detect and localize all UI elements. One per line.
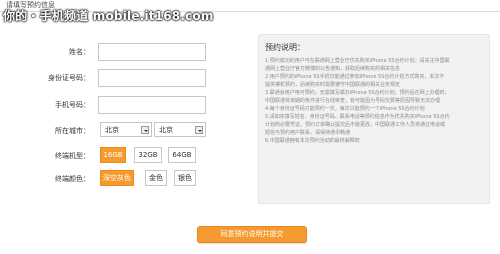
city-value: 北京: [159, 126, 173, 134]
model-row: 终端机型： 16GB 32GB 64GB: [0, 147, 230, 165]
list-item: 中国联通将该期的条件进行在线审查，有可能因为号码交费等原因导致无法办理: [265, 98, 441, 104]
list-item: 6.中国联通拥有本次预约活动的最终解释权: [265, 138, 360, 144]
instructions-panel: 预约说明： 1.预约成功的用户可在联通网上营业厅优先购买iPhone 5S合约计…: [258, 34, 490, 204]
list-item: 通网上营业厅官方微博的公告通知，获取后续购买的相关信息: [265, 66, 401, 72]
color-option-space-gray[interactable]: 深空灰色: [100, 170, 134, 186]
city-select[interactable]: 北京: [154, 122, 206, 137]
list-item: 1.预约成功的用户可在联通网上营业厅优先购买iPhone 5S合约计划，请关注中…: [265, 58, 450, 64]
instructions-title: 预约说明：: [265, 43, 305, 52]
chevron-down-icon: [141, 126, 149, 134]
phone-label: 手机号码：: [55, 101, 90, 109]
id-label: 身份证号码：: [48, 74, 90, 82]
list-item: 提供裸机预约，后续购买时需要遵守中国联通的相关业务规定: [265, 82, 401, 88]
province-value: 北京: [105, 126, 119, 134]
model-option-32gb[interactable]: 32GB: [134, 147, 162, 163]
color-row: 终端颜色： 深空灰色 金色 银色: [0, 170, 230, 188]
color-option-gold[interactable]: 金色: [145, 170, 167, 186]
phone-input[interactable]: [98, 96, 206, 114]
province-select[interactable]: 北京: [100, 122, 152, 137]
name-label: 姓名：: [69, 48, 90, 56]
color-label: 终端颜色：: [55, 175, 90, 183]
reservation-page: 请填写预约信息 你的・手机频道 mobile.it168.com 姓名： 身份证…: [0, 0, 500, 254]
id-number-input[interactable]: [98, 69, 206, 87]
list-item: 5.请如实填写姓名、身份证号码、联系电话等预约信息作为优先购买iPhone 5S…: [265, 114, 450, 120]
list-item: 4.每个身份证号码只能预约一次，每次只能预约一个iPhone 5S合约计划: [265, 106, 425, 112]
agree-submit-button[interactable]: 同意预约说明并提交: [197, 226, 307, 243]
list-item: 2.用户预约的iPhone 5S手机仅能通过参加iPhone 5S合约计划方式购…: [265, 74, 445, 80]
list-item: 计划的必要凭证。预约订单确认提交后不能更改，中国联通工作人员将通过电话或: [265, 122, 446, 128]
site-watermark: 你的・手机频道 mobile.it168.com: [3, 9, 214, 23]
instructions-list: 1.预约成功的用户可在联通网上营业厅优先购买iPhone 5S合约计划，请关注中…: [265, 57, 487, 145]
city-row: 所在城市： 北京 北京: [0, 122, 220, 140]
city-label: 所在城市：: [55, 127, 90, 135]
list-item: 短信与预约用户联系，请保持通讯畅通: [265, 130, 351, 136]
model-label: 终端机型：: [55, 152, 90, 160]
list-item: 3.联通会用户电可预约，无需填写或办iPhone 5S合约计划，预约后在网上办理…: [265, 90, 450, 96]
name-input[interactable]: [98, 43, 206, 61]
phone-row: 手机号码：: [0, 96, 210, 114]
id-row: 身份证号码：: [0, 69, 210, 87]
chevron-down-icon: [195, 126, 203, 134]
color-option-silver[interactable]: 银色: [174, 170, 196, 186]
model-option-64gb[interactable]: 64GB: [168, 147, 196, 163]
name-row: 姓名：: [0, 43, 210, 61]
model-option-16gb[interactable]: 16GB: [100, 147, 126, 163]
